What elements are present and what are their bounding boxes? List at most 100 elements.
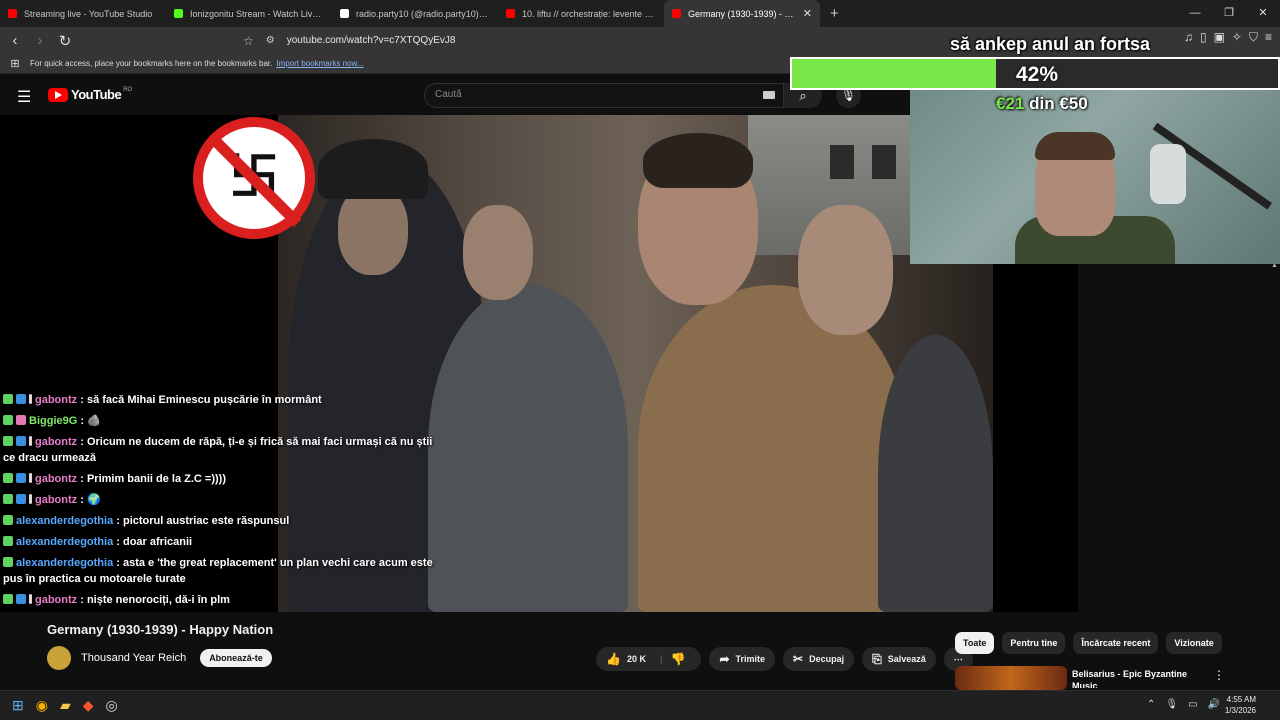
scroll-up-icon[interactable]: ▲ bbox=[1271, 262, 1278, 270]
tray-chevron-icon[interactable]: ⌃ bbox=[1147, 699, 1155, 710]
donation-target: din €50 bbox=[1029, 94, 1088, 113]
back-button[interactable]: ‹ bbox=[5, 32, 25, 49]
browser-tab[interactable]: Streaming live - YouTube Studio bbox=[0, 0, 166, 27]
clock-date: 1/3/2026 bbox=[1224, 706, 1256, 715]
brave-icon[interactable]: ◆ bbox=[83, 697, 94, 714]
microphone-shape bbox=[1150, 144, 1186, 204]
reload-button[interactable]: ↻ bbox=[55, 32, 75, 50]
hamburger-menu-icon[interactable]: ☰ bbox=[17, 87, 31, 107]
folder-icon[interactable]: ▰ bbox=[60, 697, 71, 714]
window-shape bbox=[872, 145, 896, 179]
network-icon[interactable]: ▭ bbox=[1188, 699, 1197, 710]
chat-username: alexanderdegothia bbox=[16, 536, 114, 548]
kebab-menu-icon[interactable]: ⋮ bbox=[1213, 668, 1225, 682]
search-input[interactable]: Caută bbox=[424, 83, 784, 108]
tab-title: Ionizgonitu Stream - Watch Live on K bbox=[190, 8, 324, 19]
tab-favicon-icon bbox=[672, 9, 681, 18]
chat-text: : niște nenorociți, dă-i în plm bbox=[80, 594, 230, 606]
chat-badge-icon bbox=[29, 594, 32, 604]
share-label: Trimite bbox=[735, 654, 766, 664]
site-info-icon[interactable]: ⚙ bbox=[266, 35, 275, 46]
menu-icon[interactable]: ≡ bbox=[1265, 30, 1272, 45]
webcam-overlay bbox=[910, 88, 1280, 264]
import-bookmarks-link[interactable]: Import bookmarks now... bbox=[276, 59, 363, 68]
divider: | bbox=[659, 654, 663, 664]
browser-tab-bar: Streaming live - YouTube Studio Ionizgoni… bbox=[0, 0, 1280, 27]
chat-text: : să facă Mihai Eminescu pușcărie în mor… bbox=[80, 394, 322, 406]
browser-tab[interactable]: Germany (1930-1939) - Happ ✕ bbox=[664, 0, 820, 27]
search-icon: ⌕ bbox=[799, 88, 807, 103]
start-icon[interactable]: ⊞ bbox=[12, 697, 24, 714]
video-info-area: Germany (1930-1939) - Happy Nation Thous… bbox=[0, 612, 1280, 690]
tab-title: Germany (1930-1939) - Happ bbox=[688, 8, 797, 19]
chrome-icon[interactable]: ◉ bbox=[36, 697, 48, 714]
tab-favicon-icon bbox=[174, 9, 183, 18]
restore-button[interactable]: ❐ bbox=[1212, 0, 1246, 27]
omnibox[interactable]: ☆ ⚙ youtube.com/watch?v=c7XTQQyEvJ8 bbox=[243, 30, 943, 51]
keyboard-icon[interactable] bbox=[763, 91, 775, 99]
obs-icon[interactable]: ◎ bbox=[106, 697, 118, 714]
filter-chip[interactable]: Pentru tine bbox=[1002, 632, 1066, 654]
save-button[interactable]: ⎘ Salvează bbox=[862, 647, 936, 671]
filter-chip[interactable]: Toate bbox=[955, 632, 995, 654]
chat-badge-icon bbox=[29, 436, 32, 446]
chat-badge-icon bbox=[16, 436, 26, 446]
channel-row: Thousand Year Reich Abonează-te bbox=[47, 646, 272, 670]
like-button[interactable]: 👍 20 K | 👎 bbox=[596, 647, 702, 671]
channel-name[interactable]: Thousand Year Reich bbox=[81, 652, 186, 664]
youtube-logo[interactable]: YouTube RO bbox=[48, 87, 132, 102]
system-clock[interactable]: 4:55 AM 1/3/2026 bbox=[1225, 694, 1256, 716]
extensions-icon[interactable]: ✧ bbox=[1232, 30, 1242, 45]
chat-username: alexanderdegothia bbox=[16, 515, 114, 527]
browser-tab[interactable]: radio.party10 (@radio.party10) is LIVE bbox=[332, 0, 498, 27]
chat-badge-icon bbox=[29, 394, 32, 404]
chat-message: gabontz : Oricum ne ducem de răpă, ți-e … bbox=[3, 434, 443, 466]
filter-chip[interactable]: Încărcate recent bbox=[1073, 632, 1159, 654]
close-window-button[interactable]: ✕ bbox=[1246, 0, 1280, 27]
streamer-hair bbox=[1035, 132, 1115, 160]
filter-chip[interactable]: Vizionate bbox=[1166, 632, 1222, 654]
figure-center-coat bbox=[638, 285, 908, 612]
chat-badge-icon bbox=[3, 515, 13, 525]
volume-icon[interactable]: 🔊 bbox=[1208, 699, 1220, 710]
browser-tab[interactable]: Ionizgonitu Stream - Watch Live on K bbox=[166, 0, 332, 27]
donation-current: €21 bbox=[996, 94, 1025, 113]
chat-message: gabontz : să facă Mihai Eminescu pușcări… bbox=[3, 392, 443, 408]
window-controls: — ❐ ✕ bbox=[1178, 0, 1280, 27]
forward-button[interactable]: › bbox=[30, 32, 50, 49]
windows-taskbar: ⊞ ◉ ▰ ◆ ◎ ⌃ 🎙 ▭ 🔊 4:55 AM 1/3/2026 bbox=[0, 690, 1280, 720]
new-tab-button[interactable]: + bbox=[830, 5, 839, 22]
chat-badge-icon bbox=[3, 557, 13, 567]
video-actions: 👍 20 K | 👎 ➦ Trimite ✂ Decupaj ⎘ Salvează ⋯ bbox=[596, 647, 973, 671]
tab-favicon-icon bbox=[506, 9, 515, 18]
recommended-thumbnail[interactable] bbox=[955, 666, 1067, 690]
chat-badge-icon bbox=[29, 494, 32, 504]
thumbs-down-icon[interactable]: 👎 bbox=[671, 652, 686, 666]
channel-avatar[interactable] bbox=[47, 646, 71, 670]
chat-text: : doar africanii bbox=[116, 536, 193, 548]
subscribe-button[interactable]: Abonează-te bbox=[200, 649, 272, 667]
clip-button[interactable]: ✂ Decupaj bbox=[783, 647, 855, 671]
donation-goal-bar: 42% bbox=[790, 57, 1280, 90]
sidebar-icon[interactable]: ▯ bbox=[1200, 30, 1207, 45]
chat-badge-icon bbox=[3, 436, 13, 446]
minimize-button[interactable]: — bbox=[1178, 0, 1212, 27]
bookmark-star-icon[interactable]: ☆ bbox=[243, 34, 254, 48]
shield-icon[interactable]: ⛉ bbox=[1249, 30, 1258, 45]
wallet-icon[interactable]: ▣ bbox=[1214, 30, 1225, 45]
chat-badge-icon bbox=[29, 473, 32, 483]
close-tab-icon[interactable]: ✕ bbox=[803, 7, 812, 20]
tab-favicon-icon bbox=[8, 9, 17, 18]
browser-tab[interactable]: 10. liftu // orchestrație: levente unga bbox=[498, 0, 664, 27]
tray-mic-icon[interactable]: 🎙 bbox=[1165, 699, 1178, 710]
donation-goal-amount: €21 din €50 bbox=[996, 94, 1088, 114]
media-icon[interactable]: ♫ bbox=[1184, 30, 1193, 45]
chat-badge-icon bbox=[3, 536, 13, 546]
figure-right-coat bbox=[878, 335, 993, 612]
share-button[interactable]: ➦ Trimite bbox=[709, 647, 776, 671]
url-text[interactable]: youtube.com/watch?v=c7XTQQyEvJ8 bbox=[287, 35, 456, 46]
chat-message: gabontz : 🌍 bbox=[3, 492, 443, 508]
chat-text: : Primim banii de la Z.C =)))) bbox=[80, 473, 227, 485]
recommended-title[interactable]: Belisarius - Epic Byzantine Music bbox=[1072, 668, 1207, 688]
apps-grid-icon[interactable]: ⊞ bbox=[0, 57, 30, 70]
